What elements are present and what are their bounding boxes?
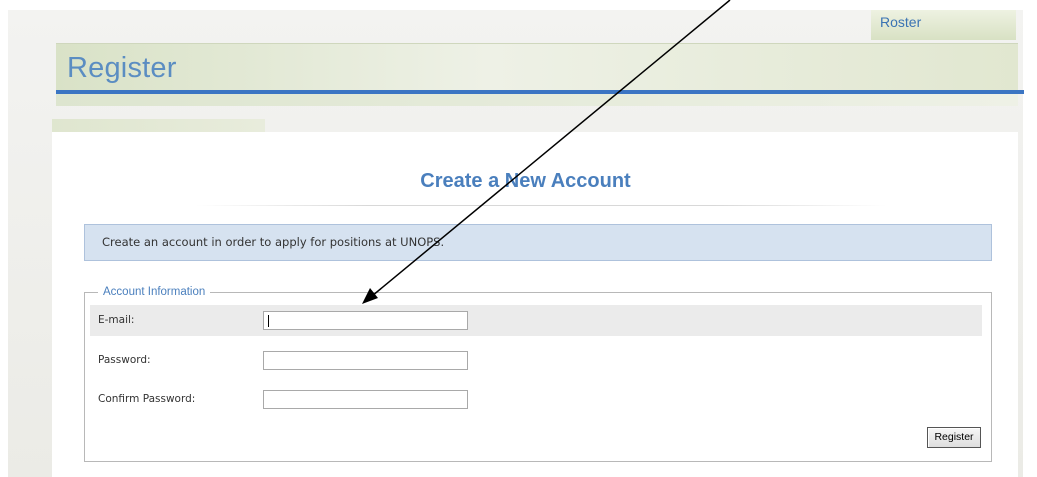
create-account-heading: Create a New Account — [0, 170, 1037, 193]
email-field[interactable] — [263, 311, 468, 330]
content-tab-strip — [52, 119, 265, 132]
password-field[interactable] — [263, 351, 468, 370]
register-page: Roster Register Create a New Account Cre… — [0, 0, 1037, 477]
header-underband — [56, 94, 1018, 106]
create-account-heading-text: Create a New Account — [420, 170, 631, 192]
nav-tab-roster[interactable]: Roster — [871, 10, 1016, 40]
email-row: E-mail: — [90, 305, 982, 336]
password-label: Password: — [98, 354, 151, 366]
confirm-password-label: Confirm Password: — [98, 393, 196, 405]
text-cursor — [268, 315, 269, 327]
confirm-password-row: Confirm Password: — [90, 384, 982, 415]
register-button[interactable]: Register — [927, 427, 981, 448]
heading-rule — [196, 205, 886, 206]
email-label: E-mail: — [98, 314, 135, 326]
confirm-password-field[interactable] — [263, 390, 468, 409]
info-message: Create an account in order to apply for … — [84, 224, 992, 261]
page-margin — [0, 0, 8, 477]
page-title: Register — [67, 52, 177, 84]
account-information-legend: Account Information — [103, 286, 206, 298]
password-row: Password: — [90, 345, 982, 376]
header-band — [56, 43, 1018, 92]
